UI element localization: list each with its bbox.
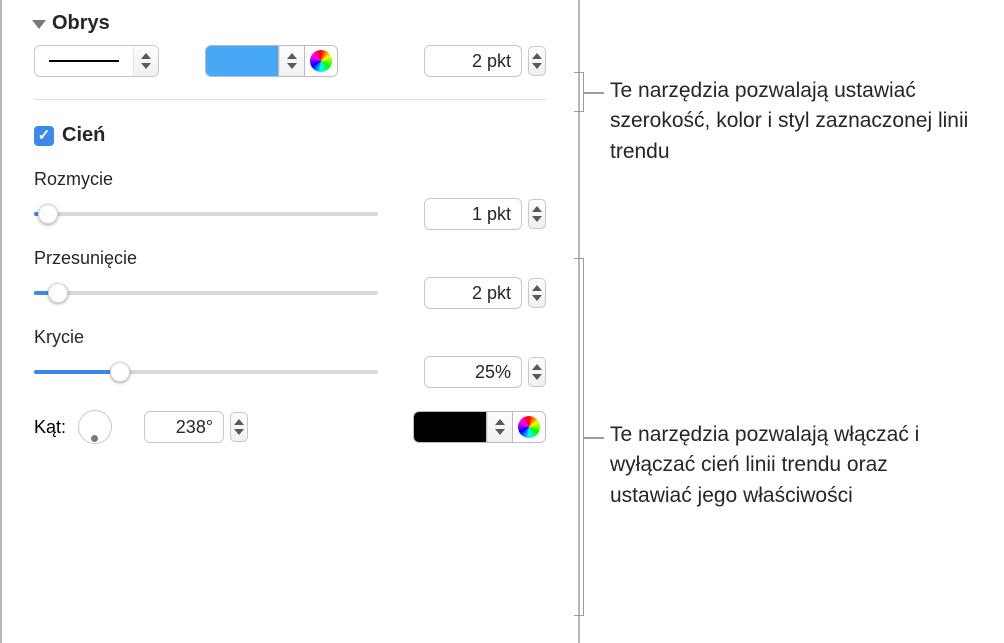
blur-label: Rozmycie [2,151,578,198]
angle-indicator-icon [91,435,98,442]
blur-stepper-arrows[interactable] [528,199,546,229]
inspector-panel: Obrys 2 pkt [0,0,580,643]
line-icon [49,60,119,62]
blur-stepper: 1 pkt [424,198,546,230]
angle-label: Kąt: [34,417,66,438]
stroke-width-stepper-arrows[interactable] [528,46,546,76]
stroke-color-swatch[interactable] [206,46,278,76]
opacity-stepper-arrows[interactable] [528,357,546,387]
stroke-title: Obrys [52,12,110,35]
stroke-callout-text: Te narzędzia pozwalają ustawiać szerokoś… [610,76,1004,167]
opacity-stepper: 25% [424,356,546,388]
offset-stepper-arrows[interactable] [528,278,546,308]
stroke-bracket [574,72,584,112]
opacity-label: Krycie [2,309,578,356]
opacity-row: 25% [2,356,578,388]
blur-row: 1 pkt [2,198,578,230]
offset-slider[interactable] [34,283,378,303]
stroke-controls-row: 2 pkt [2,45,578,77]
stroke-width-field[interactable]: 2 pkt [424,45,522,77]
dropdown-arrows-icon [133,46,158,76]
color-picker-button[interactable] [305,45,337,77]
shadow-callout-text: Te narzędzia pozwalają włączać i wyłącza… [610,420,970,511]
shadow-color-dropdown-arrows-icon[interactable] [487,412,512,442]
callouts-layer: Te narzędzia pozwalają ustawiać szerokoś… [580,0,1004,643]
stroke-callout-line [584,92,604,94]
angle-stepper: 238° [144,411,248,443]
angle-row: Kąt: 238° [2,388,578,444]
shadow-color-swatch[interactable] [414,412,486,442]
opacity-field[interactable]: 25% [424,356,522,388]
offset-label: Przesunięcie [2,230,578,277]
shadow-title: Cień [62,124,105,147]
line-style-dropdown[interactable] [34,45,159,77]
offset-row: 2 pkt [2,277,578,309]
shadow-checkbox[interactable]: ✓ [34,126,54,146]
shadow-checkbox-row: ✓ Cień [2,100,578,151]
line-style-preview [35,46,133,76]
color-wheel-icon [518,416,540,438]
shadow-color-picker-button[interactable] [513,411,545,443]
shadow-bracket [574,258,584,616]
color-wheel-icon [310,50,332,72]
stroke-width-stepper: 2 pkt [424,45,546,77]
disclosure-triangle-icon[interactable] [32,20,46,29]
blur-field[interactable]: 1 pkt [424,198,522,230]
blur-slider[interactable] [34,204,378,224]
color-dropdown-arrows-icon[interactable] [279,46,304,76]
shadow-callout-line [584,437,604,439]
offset-stepper: 2 pkt [424,277,546,309]
angle-dial[interactable] [78,410,112,444]
angle-stepper-arrows[interactable] [230,412,248,442]
angle-field[interactable]: 238° [144,411,224,443]
stroke-color-well[interactable] [205,45,338,77]
stroke-section-header[interactable]: Obrys [2,8,578,45]
opacity-slider[interactable] [34,362,378,382]
shadow-color-well[interactable] [413,411,546,443]
offset-field[interactable]: 2 pkt [424,277,522,309]
checkmark-icon: ✓ [38,128,51,143]
